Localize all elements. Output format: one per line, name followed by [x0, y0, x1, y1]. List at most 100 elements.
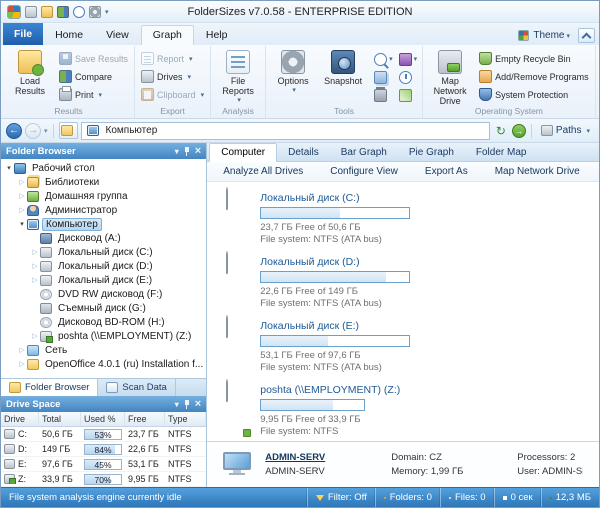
- column-header[interactable]: Free: [125, 412, 165, 426]
- sidebar-tab[interactable]: Scan Data: [98, 379, 176, 396]
- toolbar-item[interactable]: Configure View: [330, 166, 398, 177]
- scheduler-button[interactable]: [397, 69, 420, 85]
- computer-name-link[interactable]: ADMIN-SERV: [265, 452, 383, 463]
- app-icon[interactable]: [7, 4, 21, 19]
- duplicate-files-button[interactable]: [372, 69, 395, 85]
- delete-button[interactable]: [372, 86, 395, 103]
- qat-drives-icon[interactable]: [25, 5, 37, 18]
- drive-table-row[interactable]: Z: 33,9 ГБ 70% 9,95 ГБ NTFS: [1, 472, 207, 487]
- file-reports-button[interactable]: File Reports: [214, 47, 262, 106]
- drive-table-row[interactable]: E: 97,6 ГБ 45% 53,1 ГБ NTFS: [1, 457, 207, 472]
- tree-item[interactable]: Библиотеки: [1, 175, 206, 189]
- drive-name-link[interactable]: Локальный диск (E:): [260, 320, 410, 332]
- trends-button[interactable]: [397, 87, 420, 103]
- expand-arrow-icon[interactable]: [17, 221, 27, 228]
- qat-load-results-icon[interactable]: [41, 5, 53, 18]
- tree-item[interactable]: Администратор: [1, 203, 206, 217]
- drive-entry[interactable]: Локальный диск (C:) 23,7 ГБ Free of 50,6…: [225, 191, 599, 245]
- tree-item[interactable]: DVD RW дисковод (F:): [1, 287, 206, 301]
- rule-manager-button[interactable]: [397, 51, 420, 67]
- theme-selector[interactable]: Theme: [518, 28, 597, 45]
- close-icon[interactable]: [195, 399, 201, 410]
- load-results-button[interactable]: Load Results: [6, 47, 54, 96]
- expand-arrow-icon[interactable]: [30, 277, 40, 284]
- expand-arrow-icon[interactable]: [30, 263, 40, 270]
- address-input[interactable]: Компьютер: [80, 121, 490, 140]
- expand-arrow-icon[interactable]: [17, 179, 27, 186]
- ribbon-tab[interactable]: Graph: [140, 25, 194, 45]
- pin-icon[interactable]: [183, 399, 191, 409]
- drive-table-row[interactable]: C: 50,6 ГБ 53% 23,7 ГБ NTFS: [1, 427, 207, 442]
- refresh-icon[interactable]: ↻: [493, 123, 509, 139]
- expand-arrow-icon[interactable]: [17, 347, 27, 354]
- history-dropdown-icon[interactable]: ▾: [44, 127, 48, 135]
- expand-arrow-icon[interactable]: [17, 207, 27, 214]
- drive-entry[interactable]: Локальный диск (D:) 22,6 ГБ Free of 149 …: [225, 255, 599, 309]
- column-header[interactable]: Total: [39, 412, 81, 426]
- tree-item[interactable]: Домашняя группа: [1, 189, 206, 203]
- tree-item[interactable]: Дисковод BD-ROM (H:): [1, 315, 206, 329]
- options-button[interactable]: Options: [269, 47, 317, 96]
- report-button[interactable]: Report: [138, 51, 207, 66]
- tree-item[interactable]: Компьютер: [1, 217, 206, 231]
- save-results-button[interactable]: Save Results: [56, 51, 131, 66]
- column-header[interactable]: Used %: [81, 412, 125, 426]
- expand-arrow-icon[interactable]: [30, 333, 40, 340]
- drive-name-link[interactable]: Локальный диск (C:): [260, 192, 410, 204]
- tree-item[interactable]: Дисковод (A:): [1, 231, 206, 245]
- expand-arrow-icon[interactable]: [30, 249, 40, 256]
- qat-search-icon[interactable]: [73, 5, 85, 18]
- view-tab[interactable]: Pie Graph: [398, 143, 465, 161]
- tree-item[interactable]: Локальный диск (E:): [1, 273, 206, 287]
- qat-options-icon[interactable]: [89, 5, 101, 18]
- up-folder-button[interactable]: [58, 122, 78, 139]
- clipboard-button[interactable]: Clipboard: [138, 87, 207, 102]
- tree-item[interactable]: OpenOffice 4.0.1 (ru) Installation f...: [1, 357, 206, 371]
- collapse-ribbon-button[interactable]: [578, 28, 595, 43]
- drive-name-link[interactable]: poshta (\\EMPLOYMENT) (Z:): [260, 384, 400, 396]
- view-tab[interactable]: Details: [277, 143, 330, 161]
- expand-arrow-icon[interactable]: [4, 165, 14, 172]
- snapshot-button[interactable]: Snapshot: [319, 47, 367, 86]
- ribbon-tab[interactable]: Home: [44, 26, 94, 45]
- view-tab[interactable]: Computer: [209, 143, 278, 162]
- qat-compare-icon[interactable]: [57, 5, 69, 18]
- forward-button[interactable]: →: [25, 122, 41, 139]
- drives-button[interactable]: Drives: [138, 69, 207, 84]
- expand-arrow-icon[interactable]: [17, 361, 27, 368]
- tree-item[interactable]: Рабочий стол: [1, 161, 206, 175]
- toolbar-item[interactable]: Export As: [425, 166, 468, 177]
- toolbar-item[interactable]: Analyze All Drives: [223, 166, 303, 177]
- toolbar-item[interactable]: Map Network Drive: [495, 166, 580, 177]
- panel-menu-icon[interactable]: [175, 146, 179, 157]
- system-protection-button[interactable]: System Protection: [476, 87, 592, 102]
- tree-item[interactable]: poshta (\\EMPLOYMENT) (Z:): [1, 329, 206, 343]
- print-button[interactable]: Print: [56, 86, 131, 102]
- view-tab[interactable]: Bar Graph: [330, 143, 398, 161]
- drive-entry[interactable]: poshta (\\EMPLOYMENT) (Z:) 9,95 ГБ Free …: [225, 383, 599, 437]
- ribbon-tab[interactable]: Help: [195, 26, 239, 45]
- tree-item[interactable]: Локальный диск (C:): [1, 245, 206, 259]
- drive-entry[interactable]: Локальный диск (E:) 53,1 ГБ Free of 97,6…: [225, 319, 599, 373]
- go-icon[interactable]: →: [511, 123, 526, 138]
- search-button[interactable]: [372, 51, 395, 67]
- paths-dropdown[interactable]: Paths: [537, 125, 594, 136]
- ribbon-tab[interactable]: File: [3, 23, 44, 45]
- sidebar-tab[interactable]: Folder Browser: [1, 379, 99, 396]
- panel-menu-icon[interactable]: [175, 399, 179, 410]
- close-icon[interactable]: [195, 146, 201, 157]
- expand-arrow-icon[interactable]: [17, 193, 27, 200]
- qat-dropdown-icon[interactable]: ▾: [105, 8, 109, 16]
- tree-item[interactable]: Съемный диск (G:): [1, 301, 206, 315]
- map-network-drive-button[interactable]: Map Network Drive: [426, 47, 474, 106]
- pin-icon[interactable]: [183, 146, 191, 156]
- back-button[interactable]: ←: [6, 122, 22, 139]
- add-remove-programs-button[interactable]: Add/Remove Programs: [476, 69, 592, 84]
- drive-name-link[interactable]: Локальный диск (D:): [260, 256, 410, 268]
- view-tab[interactable]: Folder Map: [465, 143, 538, 161]
- drive-table-row[interactable]: D: 149 ГБ 84% 22,6 ГБ NTFS: [1, 442, 207, 457]
- tree-item[interactable]: Сеть: [1, 343, 206, 357]
- column-header[interactable]: Drive: [1, 412, 39, 426]
- ribbon-tab[interactable]: View: [95, 26, 140, 45]
- tree-item[interactable]: Локальный диск (D:): [1, 259, 206, 273]
